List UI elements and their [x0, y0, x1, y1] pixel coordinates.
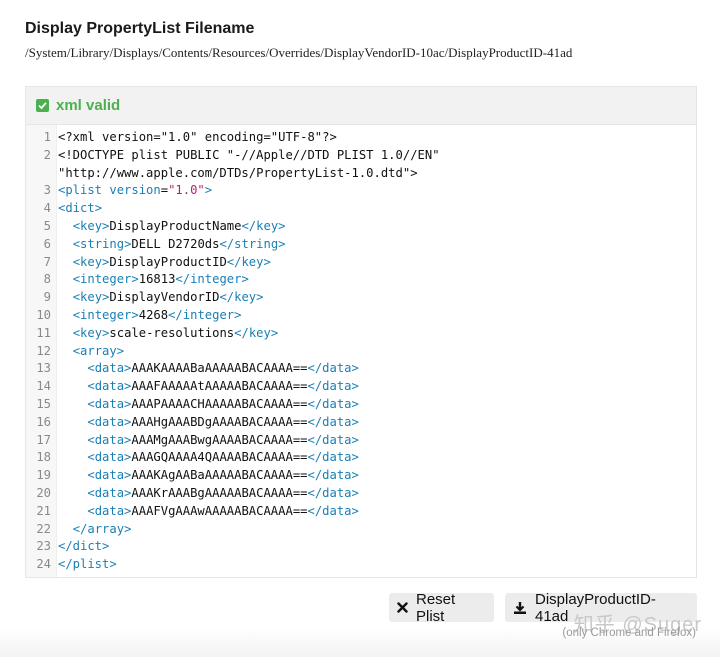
line-text[interactable]: <data>AAAHgAAABDgAAAABACAAAA==</data>	[51, 414, 359, 432]
reset-plist-button[interactable]: Reset Plist	[389, 590, 494, 625]
line-number: 11	[36, 325, 51, 340]
line-text[interactable]: </plist>	[51, 556, 117, 574]
line-text[interactable]: <key>scale-resolutions</key>	[51, 325, 278, 343]
code-line[interactable]: 13 <data>AAAKAAAABaAAAAABACAAAA==</data>	[26, 360, 696, 378]
line-number: 9	[43, 290, 51, 305]
line-text[interactable]: "http://www.apple.com/DTDs/PropertyList-…	[51, 165, 418, 183]
section-title: Display PropertyList Filename	[25, 20, 255, 37]
line-number: 16	[36, 414, 51, 429]
line-text[interactable]: <array>	[51, 343, 124, 361]
line-number: 4	[43, 201, 51, 216]
validation-status-label: xml valid	[56, 97, 121, 114]
code-line[interactable]: 17 <data>AAAMgAAABwgAAAABACAAAA==</data>	[26, 432, 696, 450]
line-number: 7	[43, 254, 51, 269]
line-text[interactable]: <data>AAAKAAAABaAAAAABACAAAA==</data>	[51, 360, 359, 378]
validation-status: xml valid	[26, 87, 696, 124]
code-line[interactable]: 19 <data>AAAKAgAABaAAAAABACAAAA==</data>	[26, 467, 696, 485]
line-number	[26, 165, 51, 183]
line-number: 12	[36, 343, 51, 358]
line-number: 6	[43, 236, 51, 251]
line-text[interactable]: <data>AAAFAAAAAtAAAAABACAAAA==</data>	[51, 378, 359, 396]
code-line[interactable]: 7 <key>DisplayProductID</key>	[26, 254, 696, 272]
code-line[interactable]: 6 <string>DELL D2720ds</string>	[26, 236, 696, 254]
code-line[interactable]: 5 <key>DisplayProductName</key>	[26, 218, 696, 236]
line-text[interactable]: <integer>4268</integer>	[51, 307, 242, 325]
line-number: 2	[43, 147, 51, 162]
browser-support-note: (only Chrome and Firefox)	[562, 627, 696, 639]
code-line[interactable]: 4 <dict>	[26, 200, 696, 218]
line-number: 22	[36, 521, 51, 536]
code-lines[interactable]: 1 <?xml version="1.0" encoding="UTF-8"?> 2…	[26, 129, 696, 574]
close-icon	[397, 602, 408, 613]
code-line[interactable]: 20 <data>AAAKrAAABgAAAAABACAAAA==</data>	[26, 485, 696, 503]
line-number: 13	[36, 361, 51, 376]
line-text[interactable]: <string>DELL D2720ds</string>	[51, 236, 286, 254]
code-editor[interactable]: 1 <?xml version="1.0" encoding="UTF-8"?> 2…	[26, 124, 696, 577]
code-line[interactable]: "http://www.apple.com/DTDs/PropertyList-…	[26, 165, 696, 183]
plist-file-path: /System/Library/Displays/Contents/Resour…	[25, 45, 573, 60]
line-text[interactable]: <data>AAAMgAAABwgAAAABACAAAA==</data>	[51, 432, 359, 450]
line-text[interactable]: <data>AAAKAgAABaAAAAABACAAAA==</data>	[51, 467, 359, 485]
line-number: 15	[36, 396, 51, 411]
code-line[interactable]: 10 <integer>4268</integer>	[26, 307, 696, 325]
code-line[interactable]: 14 <data>AAAFAAAAAtAAAAABACAAAA==</data>	[26, 378, 696, 396]
line-text[interactable]: <plist version="1.0">	[51, 182, 212, 200]
line-number: 5	[43, 218, 51, 233]
xml-editor-panel: xml valid 1 <?xml version="1.0" encoding=…	[25, 86, 697, 578]
code-line[interactable]: 12 <array>	[26, 343, 696, 361]
line-number: 14	[36, 379, 51, 394]
line-number: 20	[36, 485, 51, 500]
line-number: 17	[36, 432, 51, 447]
reset-plist-label: Reset Plist	[416, 590, 456, 625]
line-text[interactable]: <!DOCTYPE plist PUBLIC "-//Apple//DTD PL…	[51, 147, 440, 165]
line-number: 1	[43, 130, 51, 144]
code-line[interactable]: 2 <!DOCTYPE plist PUBLIC "-//Apple//DTD P…	[26, 147, 696, 165]
line-text[interactable]: <integer>16813</integer>	[51, 271, 249, 289]
line-number: 10	[36, 307, 51, 322]
code-line[interactable]: 8 <integer>16813</integer>	[26, 271, 696, 289]
download-icon	[513, 601, 527, 615]
code-line[interactable]: 3 <plist version="1.0">	[26, 182, 696, 200]
line-number: 24	[36, 557, 51, 572]
code-line[interactable]: 24 </plist>	[26, 556, 696, 574]
code-line[interactable]: 15 <data>AAAPAAAACHAAAAABACAAAA==</data>	[26, 396, 696, 414]
code-line[interactable]: 1 <?xml version="1.0" encoding="UTF-8"?>	[26, 129, 696, 147]
line-number: 18	[36, 450, 51, 465]
code-line[interactable]: 16 <data>AAAHgAAABDgAAAABACAAAA==</data>	[26, 414, 696, 432]
line-number: 3	[43, 183, 51, 198]
line-text[interactable]: </dict>	[51, 538, 109, 556]
code-line[interactable]: 11 <key>scale-resolutions</key>	[26, 325, 696, 343]
line-text[interactable]: <key>DisplayProductName</key>	[51, 218, 286, 236]
line-text[interactable]: <data>AAAFVgAAAwAAAAABACAAAA==</data>	[51, 503, 359, 521]
code-line[interactable]: 23 </dict>	[26, 538, 696, 556]
line-text[interactable]: <key>DisplayVendorID</key>	[51, 289, 264, 307]
line-text[interactable]: <data>AAAPAAAACHAAAAABACAAAA==</data>	[51, 396, 359, 414]
line-text[interactable]: <dict>	[51, 200, 102, 218]
line-text[interactable]: <?xml version="1.0" encoding="UTF-8"?>	[51, 129, 337, 147]
line-text[interactable]: </array>	[51, 521, 132, 539]
code-line[interactable]: 9 <key>DisplayVendorID</key>	[26, 289, 696, 307]
check-square-icon	[36, 99, 49, 112]
line-number: 21	[36, 503, 51, 518]
line-number: 23	[36, 539, 51, 554]
line-text[interactable]: <key>DisplayProductID</key>	[51, 254, 271, 272]
code-line[interactable]: 18 <data>AAAGQAAAA4QAAAABACAAAA==</data>	[26, 449, 696, 467]
line-text[interactable]: <data>AAAGQAAAA4QAAAABACAAAA==</data>	[51, 449, 359, 467]
line-text[interactable]: <data>AAAKrAAABgAAAAABACAAAA==</data>	[51, 485, 359, 503]
code-line[interactable]: 22 </array>	[26, 521, 696, 539]
line-number: 8	[43, 272, 51, 287]
code-line[interactable]: 21 <data>AAAFVgAAAwAAAAABACAAAA==</data>	[26, 503, 696, 521]
line-number: 19	[36, 468, 51, 483]
